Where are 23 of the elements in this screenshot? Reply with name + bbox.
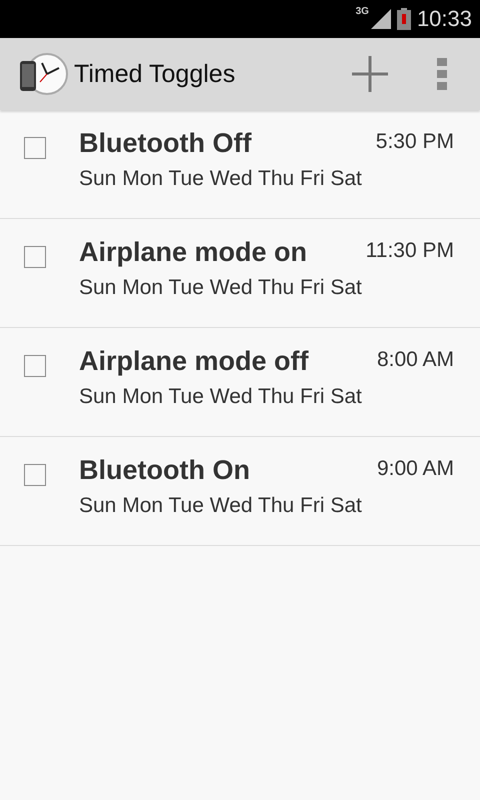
toggle-days: Sun Mon Tue Wed Thu Fri Sat <box>79 167 362 191</box>
checkbox[interactable] <box>24 464 46 486</box>
network-type: 3G <box>356 6 369 17</box>
checkbox[interactable] <box>24 355 46 377</box>
toggle-days: Sun Mon Tue Wed Thu Fri Sat <box>79 385 362 409</box>
toggle-time: 5:30 PM <box>376 130 454 154</box>
plus-icon <box>352 56 388 92</box>
toggle-name: Airplane mode on <box>79 237 308 268</box>
toggle-days: Sun Mon Tue Wed Thu Fri Sat <box>79 276 362 300</box>
battery-icon <box>396 8 411 30</box>
toggle-days: Sun Mon Tue Wed Thu Fri Sat <box>79 494 362 518</box>
clock: 10:33 <box>416 6 472 32</box>
toggle-time: 11:30 PM <box>366 239 454 263</box>
checkbox[interactable] <box>24 246 46 268</box>
checkbox[interactable] <box>24 137 46 159</box>
toggle-time: 9:00 AM <box>376 457 454 481</box>
toggle-name: Bluetooth Off <box>79 128 252 159</box>
toggle-name: Bluetooth On <box>79 455 250 486</box>
toggle-time: 8:00 AM <box>376 348 454 372</box>
overflow-menu-icon <box>436 58 448 90</box>
app-title: Timed Toggles <box>74 60 236 88</box>
signal-icon <box>370 9 391 29</box>
toggle-name: Airplane mode off <box>79 346 309 377</box>
